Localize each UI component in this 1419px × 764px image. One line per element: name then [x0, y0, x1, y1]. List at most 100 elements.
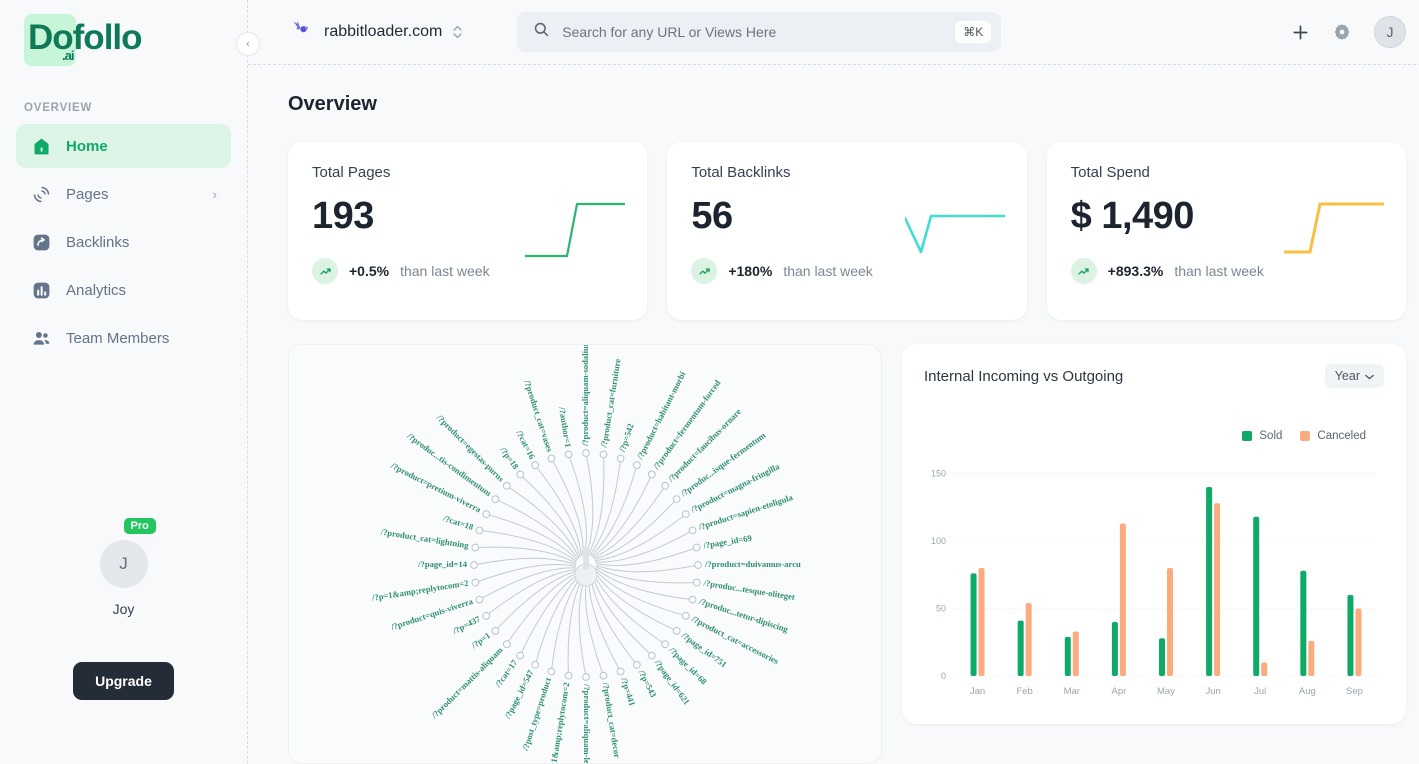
logo[interactable]: Dofollo .ai [0, 0, 247, 72]
bar[interactable] [1167, 568, 1173, 676]
graph-node[interactable] [491, 626, 500, 635]
period-select[interactable]: Year [1324, 364, 1384, 388]
legend-item-sold[interactable]: Sold [1242, 430, 1282, 442]
search-box[interactable]: ⌘K [517, 12, 1002, 52]
graph-node[interactable] [471, 543, 480, 552]
graph-node[interactable] [647, 651, 656, 660]
bar[interactable] [1300, 570, 1307, 676]
chart-legend: Sold Canceled [924, 430, 1366, 442]
graph-node[interactable] [502, 481, 511, 490]
graph-node[interactable] [647, 470, 656, 479]
bar[interactable] [1347, 595, 1354, 676]
card-title: Total Spend [1070, 164, 1150, 181]
sidebar-item-label: Home [66, 137, 108, 155]
card-delta: +180% [728, 263, 773, 279]
graph-node[interactable] [482, 510, 491, 519]
graph-node[interactable] [564, 671, 573, 680]
link-graph-panel[interactable]: /?product=aliquam-sodalium /?product_cat=… [288, 344, 882, 764]
graph-node[interactable] [475, 595, 484, 604]
bar[interactable] [970, 573, 977, 676]
graph-node[interactable] [547, 454, 556, 463]
bar[interactable] [1253, 516, 1260, 676]
sidebar-item-team-members[interactable]: Team Members [16, 316, 231, 360]
stat-card-total-spend: Total Spend $ 1,490 +893.3% than last we… [1046, 142, 1406, 320]
legend-item-canceled[interactable]: Canceled [1300, 430, 1366, 442]
sidebar-item-pages[interactable]: Pages › [16, 172, 231, 216]
graph-node-label: /?product=duivamus-arcu [704, 559, 801, 569]
graph-node[interactable] [547, 667, 556, 676]
graph-node[interactable] [582, 673, 590, 681]
graph-node-label: /?product_cat=furniture [599, 358, 623, 449]
topbar-avatar-initial: J [1386, 24, 1394, 40]
graph-node[interactable] [661, 481, 670, 490]
graph-edge [578, 574, 587, 678]
panels-row: /?product=aliquam-sodalium /?product_cat=… [288, 344, 1406, 764]
trend-up-icon [1070, 258, 1097, 284]
graph-node[interactable] [688, 526, 697, 535]
bar[interactable] [1261, 662, 1268, 677]
avatar[interactable]: J Pro [99, 518, 156, 588]
bar[interactable] [1355, 608, 1362, 677]
graph-edge [595, 564, 699, 573]
graph-node[interactable] [582, 449, 590, 457]
graph-node[interactable] [516, 651, 525, 660]
graph-node[interactable] [632, 660, 641, 669]
y-axis-tick: 150 [931, 469, 946, 479]
plus-icon[interactable] [1291, 23, 1310, 42]
graph-node[interactable] [688, 595, 697, 604]
graph-edge [585, 574, 604, 676]
x-axis-tick: Jul [1254, 686, 1266, 697]
search-input[interactable] [562, 24, 944, 40]
bar[interactable] [1308, 640, 1315, 676]
graph-node[interactable] [672, 626, 681, 635]
graph-node[interactable] [470, 561, 478, 569]
graph-node[interactable] [491, 495, 500, 504]
bar[interactable] [1206, 487, 1213, 676]
bar[interactable] [1111, 622, 1118, 676]
bar[interactable] [978, 568, 985, 676]
graph-node[interactable] [482, 611, 491, 620]
graph-node[interactable] [661, 640, 670, 649]
bar[interactable] [1119, 523, 1126, 676]
team-icon [30, 327, 52, 349]
graph-node-label: /?page_id=14 [417, 559, 468, 569]
graph-node[interactable] [616, 454, 625, 463]
topbar-avatar[interactable]: J [1374, 16, 1406, 48]
trend-up-icon [691, 258, 718, 284]
graph-node[interactable] [531, 660, 540, 669]
bar[interactable] [1025, 603, 1032, 676]
graph-node[interactable] [672, 495, 681, 504]
x-axis-tick: Aug [1299, 686, 1316, 697]
bar[interactable] [1064, 636, 1071, 676]
graph-node[interactable] [502, 640, 511, 649]
bar[interactable] [1214, 503, 1221, 676]
graph-node[interactable] [681, 510, 690, 519]
graph-node[interactable] [681, 611, 690, 620]
chart-title: Internal Incoming vs Outgoing [924, 367, 1124, 385]
graph-node[interactable] [692, 578, 701, 587]
graph-node[interactable] [632, 461, 641, 470]
bar[interactable] [1159, 638, 1165, 676]
sidebar-item-backlinks[interactable]: Backlinks [16, 220, 231, 264]
sidebar-collapse-button[interactable]: ‹ [236, 32, 260, 56]
sidebar-item-analytics[interactable]: Analytics [16, 268, 231, 312]
graph-node[interactable] [692, 543, 701, 552]
gear-icon[interactable] [1332, 22, 1352, 42]
graph-node[interactable] [516, 470, 525, 479]
graph-node[interactable] [564, 450, 573, 459]
graph-node[interactable] [599, 671, 608, 680]
site-selector[interactable]: rabbitloader.com [288, 18, 463, 47]
graph-node-label: /?author=1 [557, 405, 573, 448]
sidebar-item-home[interactable]: Home [16, 124, 231, 168]
graph-node[interactable] [475, 526, 484, 535]
graph-node[interactable] [531, 461, 540, 470]
upgrade-button[interactable]: Upgrade [73, 662, 174, 700]
graph-node[interactable] [616, 667, 625, 676]
graph-node[interactable] [599, 450, 608, 459]
graph-node[interactable] [694, 561, 702, 569]
graph-node[interactable] [471, 578, 480, 587]
radial-link-graph[interactable]: /?product=aliquam-sodalium /?product_cat=… [289, 345, 882, 764]
bar[interactable] [1017, 620, 1024, 676]
x-axis-tick: Feb [1016, 686, 1032, 697]
bar[interactable] [1072, 631, 1079, 676]
